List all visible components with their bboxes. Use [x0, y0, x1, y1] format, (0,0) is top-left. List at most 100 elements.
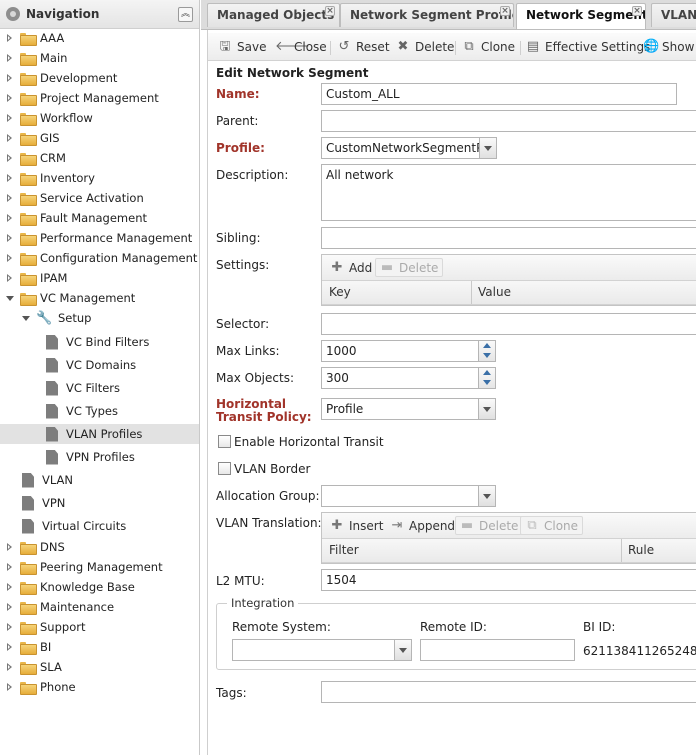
collapsed-arrow-icon[interactable] — [6, 214, 14, 222]
tree-item-virtual-circuits[interactable]: Virtual Circuits — [0, 516, 199, 536]
collapsed-arrow-icon[interactable] — [6, 274, 14, 282]
sibling-input[interactable] — [321, 227, 696, 249]
tree-item-service-activation[interactable]: Service Activation — [0, 188, 199, 208]
tree-item-vlan[interactable]: VLAN — [0, 470, 199, 490]
expanded-arrow-icon[interactable] — [6, 294, 14, 302]
tree-item-vc-management[interactable]: VC Management — [0, 288, 199, 308]
vlan-translation-insert-button[interactable]: ✚ Insert — [326, 516, 387, 535]
max-links-input[interactable]: 1000 — [321, 340, 496, 362]
double-chevron-up-icon[interactable]: ︽ — [178, 6, 193, 22]
tab-network-segment-profile[interactable]: Network Segment Profile × — [340, 3, 514, 27]
vlan-border-checkbox[interactable] — [218, 462, 231, 475]
collapsed-arrow-icon[interactable] — [6, 54, 14, 62]
enable-horizontal-transit-checkbox[interactable] — [218, 435, 231, 448]
chevron-down-icon[interactable] — [478, 486, 495, 506]
tree-item-maintenance[interactable]: Maintenance — [0, 597, 199, 617]
collapsed-arrow-icon[interactable] — [6, 74, 14, 82]
tree-item-peering-management[interactable]: Peering Management — [0, 557, 199, 577]
tree-item-bi[interactable]: BI — [0, 637, 199, 657]
tree-item-vc-bind-filters[interactable]: VC Bind Filters — [0, 332, 199, 352]
settings-delete-button[interactable]: ▬ Delete — [375, 258, 444, 277]
tree-item-vpn[interactable]: VPN — [0, 493, 199, 513]
vlan-translation-append-button[interactable]: ⇥ Append — [386, 516, 459, 535]
collapsed-arrow-icon[interactable] — [6, 583, 14, 591]
chevron-down-icon[interactable] — [478, 399, 495, 419]
tree-item-setup[interactable]: 🔧 Setup — [0, 308, 199, 328]
settings-add-button[interactable]: ✚ Add — [326, 258, 376, 277]
tab-network-segment[interactable]: Network Segment × — [516, 3, 646, 29]
description-textarea[interactable]: All network — [321, 164, 696, 221]
tree-item-phone[interactable]: Phone — [0, 677, 199, 697]
collapsed-arrow-icon[interactable] — [6, 134, 14, 142]
tree-item-gis[interactable]: GIS — [0, 128, 199, 148]
close-icon[interactable]: × — [325, 6, 335, 16]
tree-item-project-management[interactable]: Project Management — [0, 88, 199, 108]
collapsed-arrow-icon[interactable] — [6, 643, 14, 651]
max-objects-input[interactable]: 300 — [321, 367, 496, 389]
remote-system-select[interactable] — [232, 639, 412, 661]
column-rule[interactable]: Rule — [628, 543, 654, 557]
reset-button[interactable]: ↺ Reset — [337, 38, 390, 56]
collapsed-arrow-icon[interactable] — [6, 94, 14, 102]
tree-item-main[interactable]: Main — [0, 48, 199, 68]
collapsed-arrow-icon[interactable] — [6, 603, 14, 611]
tree-item-performance-management[interactable]: Performance Management — [0, 228, 199, 248]
save-button[interactable]: 🖫 Save — [218, 38, 266, 56]
collapsed-arrow-icon[interactable] — [6, 174, 14, 182]
close-icon[interactable]: × — [500, 6, 510, 16]
collapsed-arrow-icon[interactable] — [6, 154, 14, 162]
tree-item-vc-domains[interactable]: VC Domains — [0, 355, 199, 375]
close-button[interactable]: 🡐 Close — [275, 38, 327, 56]
collapsed-arrow-icon[interactable] — [6, 254, 14, 262]
vlan-translation-delete-button[interactable]: ▬ Delete — [455, 516, 524, 535]
tree-item-vlan-profiles[interactable]: VLAN Profiles — [0, 424, 199, 444]
collapsed-arrow-icon[interactable] — [6, 543, 14, 551]
tree-item-crm[interactable]: CRM — [0, 148, 199, 168]
tags-input[interactable] — [321, 681, 696, 703]
tree-item-knowledge-base[interactable]: Knowledge Base — [0, 577, 199, 597]
chevron-down-icon[interactable] — [394, 640, 411, 660]
expanded-arrow-icon[interactable] — [22, 314, 30, 322]
column-key[interactable]: Key — [329, 285, 351, 299]
tree-item-workflow[interactable]: Workflow — [0, 108, 199, 128]
profile-select[interactable]: CustomNetworkSegmentProf — [321, 137, 497, 159]
delete-button[interactable]: ✖ Delete — [396, 38, 455, 56]
spinner-arrows-icon[interactable] — [478, 341, 495, 361]
tab-managed-objects[interactable]: Managed Objects × — [207, 3, 340, 27]
effective-settings-button[interactable]: ▤ Effective Settings — [526, 38, 651, 56]
collapsed-arrow-icon[interactable] — [6, 563, 14, 571]
tree-item-development[interactable]: Development — [0, 68, 199, 88]
collapsed-arrow-icon[interactable] — [6, 34, 14, 42]
collapsed-arrow-icon[interactable] — [6, 114, 14, 122]
collapsed-arrow-icon[interactable] — [6, 194, 14, 202]
tree-item-fault-management[interactable]: Fault Management — [0, 208, 199, 228]
tree-item-aaa[interactable]: AAA — [0, 28, 199, 48]
allocation-group-select[interactable] — [321, 485, 496, 507]
tree-item-inventory[interactable]: Inventory — [0, 168, 199, 188]
collapsed-arrow-icon[interactable] — [6, 234, 14, 242]
l2-mtu-input[interactable]: 1504 — [321, 569, 696, 591]
horizontal-transit-policy-select[interactable]: Profile — [321, 398, 496, 420]
collapsed-arrow-icon[interactable] — [6, 623, 14, 631]
tab-vlan-profile[interactable]: VLAN P — [651, 3, 696, 27]
tree-item-ipam[interactable]: IPAM — [0, 268, 199, 288]
column-value[interactable]: Value — [478, 285, 511, 299]
tree-item-support[interactable]: Support — [0, 617, 199, 637]
parent-input[interactable] — [321, 110, 696, 132]
vlan-translation-clone-button[interactable]: ⧉ Clone — [520, 516, 584, 535]
tree-item-configuration-management[interactable]: Configuration Management — [0, 248, 199, 268]
close-icon[interactable]: × — [632, 6, 642, 16]
spinner-arrows-icon[interactable] — [478, 368, 495, 388]
name-input[interactable]: Custom_ALL — [321, 83, 677, 105]
tree-item-vc-filters[interactable]: VC Filters — [0, 378, 199, 398]
selector-input[interactable] — [321, 313, 696, 335]
column-filter[interactable]: Filter — [329, 543, 359, 557]
chevron-down-icon[interactable] — [479, 138, 496, 158]
tree-item-dns[interactable]: DNS — [0, 537, 199, 557]
tree-item-vc-types[interactable]: VC Types — [0, 401, 199, 421]
collapsed-arrow-icon[interactable] — [6, 683, 14, 691]
collapsed-arrow-icon[interactable] — [6, 663, 14, 671]
remote-id-input[interactable] — [420, 639, 575, 661]
show-map-button[interactable]: 🌐 Show M — [643, 38, 696, 56]
tree-item-sla[interactable]: SLA — [0, 657, 199, 677]
